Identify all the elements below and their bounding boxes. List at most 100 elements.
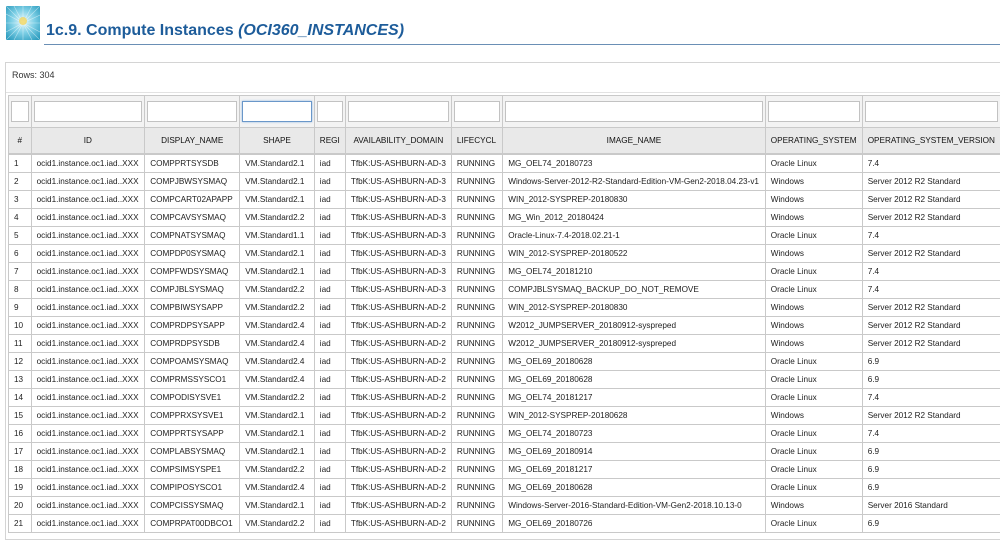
cell-os-version: Server 2012 R2 Standard [862,335,1000,353]
cell-display-name: COMPFWDSYSMAQ [145,263,240,281]
cell-region: iad [314,407,345,425]
cell-lifecycle: RUNNING [451,191,502,209]
cell-operating-system: Oracle Linux [765,263,862,281]
column-header-operating-system[interactable]: OPERATING_SYSTEM [765,128,862,155]
cell-shape: VM.Standard1.1 [240,227,315,245]
cell-availability-domain: TfbK:US-ASHBURN-AD-2 [345,443,451,461]
cell-availability-domain: TfbK:US-ASHBURN-AD-2 [345,371,451,389]
table-row: 3ocid1.instance.oc1.iad..XXXCOMPCART02AP… [9,191,1000,209]
cell-operating-system: Windows [765,173,862,191]
cell-num: 1 [9,154,32,173]
cell-image-name: MG_OEL74_20181217 [503,389,766,407]
filter-input-os-version[interactable] [865,101,998,122]
filter-cell [503,96,766,128]
region-divider [6,92,1000,93]
cell-os-version: Server 2012 R2 Standard [862,209,1000,227]
cell-lifecycle: RUNNING [451,425,502,443]
cell-region: iad [314,317,345,335]
cell-region: iad [314,443,345,461]
cell-os-version: 6.9 [862,443,1000,461]
column-header-num[interactable]: # [9,128,32,155]
cell-operating-system: Windows [765,497,862,515]
cell-operating-system: Oracle Linux [765,515,862,533]
cell-os-version: 7.4 [862,281,1000,299]
cell-image-name: MG_OEL74_20180723 [503,425,766,443]
cell-num: 10 [9,317,32,335]
filter-input-operating-system[interactable] [768,101,860,122]
cell-image-name: MG_OEL69_20180628 [503,479,766,497]
cell-os-version: Server 2012 R2 Standard [862,317,1000,335]
cell-id: ocid1.instance.oc1.iad..XXX [31,209,145,227]
cell-lifecycle: RUNNING [451,389,502,407]
filter-cell [314,96,345,128]
cell-display-name: COMPBIWSYSAPP [145,299,240,317]
cell-operating-system: Oracle Linux [765,461,862,479]
cell-num: 14 [9,389,32,407]
filter-input-shape[interactable] [242,101,312,122]
filter-input-num[interactable] [11,101,29,122]
cell-lifecycle: RUNNING [451,281,502,299]
cell-region: iad [314,281,345,299]
column-header-shape[interactable]: SHAPE [240,128,315,155]
cell-availability-domain: TfbK:US-ASHBURN-AD-3 [345,191,451,209]
cell-id: ocid1.instance.oc1.iad..XXX [31,407,145,425]
cell-lifecycle: RUNNING [451,371,502,389]
cell-id: ocid1.instance.oc1.iad..XXX [31,263,145,281]
filter-cell [345,96,451,128]
filter-input-image-name[interactable] [505,101,763,122]
filter-input-id[interactable] [34,101,143,122]
cell-availability-domain: TfbK:US-ASHBURN-AD-2 [345,317,451,335]
cell-display-name: COMPLABSYSMAQ [145,443,240,461]
cell-shape: VM.Standard2.1 [240,407,315,425]
cell-num: 9 [9,299,32,317]
cell-region: iad [314,371,345,389]
cell-image-name: COMPJBLSYSMAQ_BACKUP_DO_NOT_REMOVE [503,281,766,299]
cell-shape: VM.Standard2.1 [240,245,315,263]
filter-input-lifecycle[interactable] [454,101,500,122]
cell-shape: VM.Standard2.2 [240,515,315,533]
cell-os-version: 6.9 [862,461,1000,479]
cell-id: ocid1.instance.oc1.iad..XXX [31,173,145,191]
cell-os-version: 6.9 [862,515,1000,533]
cell-id: ocid1.instance.oc1.iad..XXX [31,281,145,299]
cell-image-name: Oracle-Linux-7.4-2018.02.21-1 [503,227,766,245]
cell-display-name: COMPNATSYSMAQ [145,227,240,245]
cell-num: 7 [9,263,32,281]
cell-num: 4 [9,209,32,227]
cell-lifecycle: RUNNING [451,317,502,335]
column-header-availability-domain[interactable]: AVAILABILITY_DOMAIN [345,128,451,155]
cell-os-version: Server 2012 R2 Standard [862,173,1000,191]
column-header-os-version[interactable]: OPERATING_SYSTEM_VERSION [862,128,1000,155]
cell-lifecycle: RUNNING [451,299,502,317]
column-header-region[interactable]: REGI [314,128,345,155]
column-header-id[interactable]: ID [31,128,145,155]
report-region: Rows: 304 # ID DISPLAY [5,62,1000,540]
cell-os-version: 7.4 [862,263,1000,281]
table-row: 6ocid1.instance.oc1.iad..XXXCOMPDP0SYSMA… [9,245,1000,263]
filter-input-display-name[interactable] [147,101,237,122]
filter-input-availability-domain[interactable] [348,101,449,122]
column-header-image-name[interactable]: IMAGE_NAME [503,128,766,155]
cell-region: iad [314,497,345,515]
cell-operating-system: Oracle Linux [765,371,862,389]
filter-input-region[interactable] [317,101,343,122]
column-header-display-name[interactable]: DISPLAY_NAME [145,128,240,155]
cell-lifecycle: RUNNING [451,209,502,227]
cell-lifecycle: RUNNING [451,479,502,497]
cell-display-name: COMPODISYSVE1 [145,389,240,407]
cell-operating-system: Windows [765,245,862,263]
cell-id: ocid1.instance.oc1.iad..XXX [31,389,145,407]
table-row: 7ocid1.instance.oc1.iad..XXXCOMPFWDSYSMA… [9,263,1000,281]
cell-lifecycle: RUNNING [451,353,502,371]
table-row: 12ocid1.instance.oc1.iad..XXXCOMPOAMSYSM… [9,353,1000,371]
cell-id: ocid1.instance.oc1.iad..XXX [31,191,145,209]
cell-availability-domain: TfbK:US-ASHBURN-AD-2 [345,407,451,425]
cell-id: ocid1.instance.oc1.iad..XXX [31,461,145,479]
column-header-lifecycle[interactable]: LIFECYCL [451,128,502,155]
cell-shape: VM.Standard2.1 [240,443,315,461]
cell-operating-system: Windows [765,407,862,425]
table-body: 1ocid1.instance.oc1.iad..XXXCOMPPRTSYSDB… [9,154,1000,533]
cell-availability-domain: TfbK:US-ASHBURN-AD-2 [345,335,451,353]
cell-os-version: Server 2012 R2 Standard [862,407,1000,425]
cell-display-name: COMPDP0SYSMAQ [145,245,240,263]
